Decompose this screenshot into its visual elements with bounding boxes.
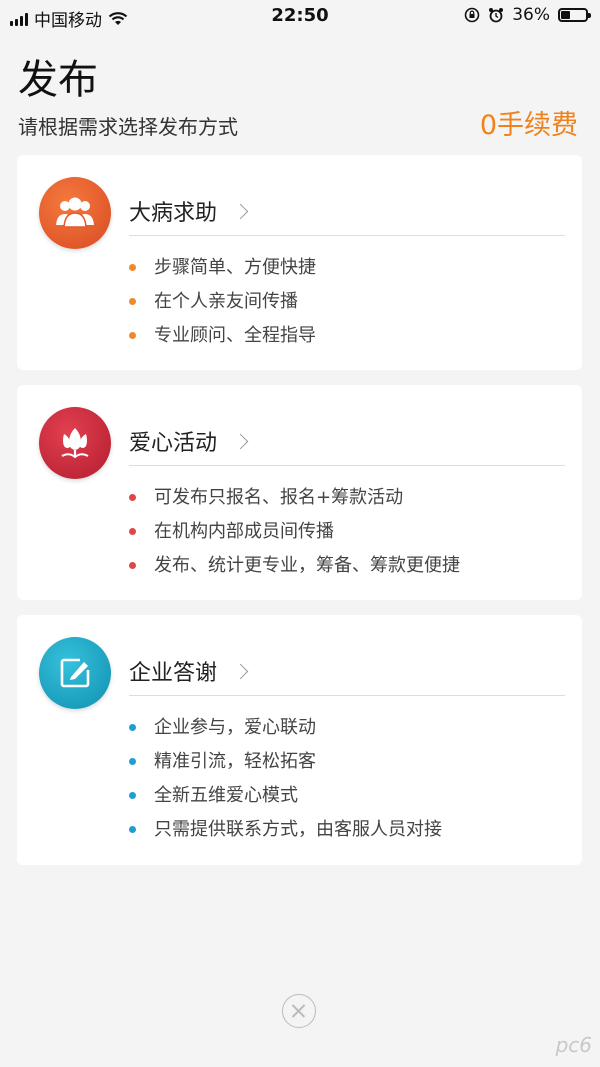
people-icon	[39, 177, 111, 249]
card-title[interactable]: 企业答谢	[129, 655, 249, 687]
feature-list: 可发布只报名、报名+筹款活动 在机构内部成员间传播 发布、统计更专业，筹备、筹款…	[127, 481, 460, 583]
feature-item: 专业顾问、全程指导	[127, 319, 316, 353]
feature-item: 步骤简单、方便快捷	[127, 251, 316, 285]
feature-item: 可发布只报名、报名+筹款活动	[127, 481, 460, 515]
page-title: 发布	[18, 57, 98, 103]
card-title-label: 爱心活动	[129, 431, 218, 456]
chevron-right-icon	[232, 433, 249, 449]
rotation-lock-icon	[464, 7, 480, 23]
chevron-right-icon	[232, 203, 249, 219]
tulip-icon	[39, 407, 111, 479]
chevron-right-icon	[232, 663, 249, 679]
card-serious-illness[interactable]: 大病求助 步骤简单、方便快捷 在个人亲友间传播 专业顾问、全程指导	[17, 155, 582, 370]
close-icon[interactable]	[282, 994, 316, 1028]
feature-item: 企业参与，爱心联动	[127, 711, 442, 745]
feature-list: 步骤简单、方便快捷 在个人亲友间传播 专业顾问、全程指导	[127, 251, 316, 353]
feature-item: 在机构内部成员间传播	[127, 515, 460, 549]
fee-label: 0手续费	[479, 110, 578, 141]
page-subtitle: 请根据需求选择发布方式	[18, 115, 238, 139]
card-title[interactable]: 爱心活动	[129, 425, 249, 457]
feature-item: 发布、统计更专业，筹备、筹款更便捷	[127, 549, 460, 583]
alarm-icon	[489, 8, 504, 23]
watermark: pc6	[555, 1033, 592, 1057]
battery-level	[561, 11, 570, 19]
card-title-label: 大病求助	[129, 201, 218, 226]
divider	[129, 465, 565, 466]
feature-item: 在个人亲友间传播	[127, 285, 316, 319]
edit-icon	[39, 637, 111, 709]
divider	[129, 235, 565, 236]
card-enterprise-thanks[interactable]: 企业答谢 企业参与，爱心联动 精准引流，轻松拓客 全新五维爱心模式 只需提供联系…	[17, 615, 582, 865]
card-charity-activity[interactable]: 爱心活动 可发布只报名、报名+筹款活动 在机构内部成员间传播 发布、统计更专业，…	[17, 385, 582, 600]
feature-item: 只需提供联系方式，由客服人员对接	[127, 813, 442, 847]
feature-item: 精准引流，轻松拓客	[127, 745, 442, 779]
feature-item: 全新五维爱心模式	[127, 779, 442, 813]
battery-icon	[558, 8, 591, 22]
divider	[129, 695, 565, 696]
battery-percent: 36%	[512, 5, 550, 25]
card-title-label: 企业答谢	[129, 661, 218, 686]
feature-list: 企业参与，爱心联动 精准引流，轻松拓客 全新五维爱心模式 只需提供联系方式，由客…	[127, 711, 442, 847]
card-title[interactable]: 大病求助	[129, 195, 249, 227]
status-bar: 中国移动 22:50 36%	[0, 0, 600, 32]
